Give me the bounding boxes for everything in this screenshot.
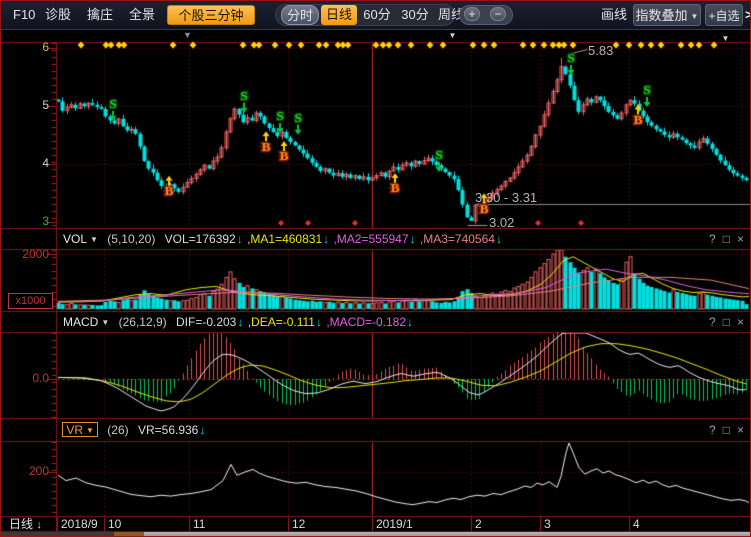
scrollbar-thumb[interactable] <box>144 532 751 537</box>
draw-line-button[interactable]: 画线 <box>601 1 627 29</box>
vol-ma3-value: ,MA3=740564 <box>420 232 495 246</box>
chevron-down-icon: ▼ <box>90 235 98 244</box>
overview-button[interactable]: 全景 <box>129 1 155 29</box>
vol-tick-2000: 2000 <box>3 247 49 261</box>
qinzhuang-button[interactable]: 擒庄 <box>87 1 113 29</box>
chevron-down-icon: ▼ <box>449 31 457 40</box>
down-arrow-icon: ↓ <box>237 232 243 246</box>
stock-3min-button[interactable]: 个股三分钟 <box>167 5 255 25</box>
zoom-out-button[interactable]: − <box>490 7 506 21</box>
macd-dif-value: DIF=-0.203 <box>176 315 236 329</box>
month-label: 4 <box>633 517 640 531</box>
chevron-down-icon: ▼ <box>101 318 109 327</box>
panel-close-icon[interactable]: × <box>737 232 744 246</box>
main-indicator-dropdown-icon[interactable]: ▼ <box>183 30 192 40</box>
scrollbar-marker <box>114 532 144 537</box>
down-arrow-icon: ↓ <box>496 232 502 246</box>
zoom-in-button[interactable]: + <box>464 7 480 21</box>
diagnose-button[interactable]: 诊股 <box>45 1 71 29</box>
panel-help-icon[interactable]: ? <box>709 315 716 329</box>
vr-panel-header: VR▼ (26) VR=56.936↓ ? □ × <box>1 421 750 440</box>
month-label: 11 <box>193 517 205 531</box>
index-overlay-dropdown[interactable]: 指数叠加▼ <box>633 4 701 26</box>
macd-panel-header: MACD▼ (26,12,9) DIF=-0.203↓ ,DEA=-0.111↓… <box>1 313 750 332</box>
price-tick-6: 6 <box>3 40 49 54</box>
panel-maximize-icon[interactable]: □ <box>723 315 730 329</box>
vol-value: VOL=176392 <box>165 232 236 246</box>
period-30min-button[interactable]: 30分 <box>397 5 433 25</box>
macd-params: (26,12,9) <box>119 315 167 329</box>
price-tick-3: 3 <box>3 214 49 228</box>
vr-value: VR=56.936 <box>138 423 198 437</box>
period-minute-button[interactable]: 分时 <box>281 5 319 25</box>
top-toolbar: F10 诊股 擒庄 全景 个股三分钟 分时 日线 60分 30分 周线▼ + −… <box>1 1 750 30</box>
chevron-down-icon: ▼ <box>722 34 730 43</box>
panel-help-icon[interactable]: ? <box>709 423 716 437</box>
period-60min-button[interactable]: 60分 <box>359 5 395 25</box>
month-label: 10 <box>108 517 121 531</box>
price-tick-4: 4 <box>3 156 49 170</box>
panel-close-icon[interactable]: × <box>737 315 744 329</box>
panel-close-icon[interactable]: × <box>737 423 744 437</box>
vr-tick-200: 200 <box>3 464 49 478</box>
add-watchlist-dropdown[interactable]: +自选▼ <box>705 4 743 26</box>
period-selector-bottom[interactable]: 日线 ↓ <box>9 517 42 531</box>
down-arrow-icon: ↓ <box>407 315 413 329</box>
annotation-low-302: 3.02 <box>489 215 514 230</box>
panel-help-icon[interactable]: ? <box>709 232 716 246</box>
month-label: 2018/9 <box>61 517 98 531</box>
vol-params: (5,10,20) <box>107 232 155 246</box>
period-daily-button[interactable]: 日线 <box>321 5 357 25</box>
vol-ma2-value: ,MA2=555947 <box>333 232 408 246</box>
macd-indicator-selector[interactable]: MACD▼ <box>63 315 109 329</box>
panel-maximize-icon[interactable]: □ <box>723 423 730 437</box>
vol-panel-header: VOL▼ (5,10,20) VOL=176392↓ ,MA1=460831↓ … <box>1 230 750 249</box>
month-label: 12 <box>292 517 305 531</box>
date-axis: 2018/9 10 11 12 2019/1 2 3 4 <box>1 517 750 531</box>
panel-maximize-icon[interactable]: □ <box>723 232 730 246</box>
vol-unit-label: x1000 <box>8 293 53 309</box>
chevron-down-icon: ▼ <box>86 426 94 435</box>
down-arrow-icon: ↓ <box>36 519 42 531</box>
vr-indicator-selector[interactable]: VR▼ <box>62 422 98 437</box>
f10-button[interactable]: F10 <box>13 1 35 29</box>
month-label: 2019/1 <box>376 517 413 531</box>
month-label: 3 <box>544 517 551 531</box>
stock-app-window: F10 诊股 擒庄 全景 个股三分钟 分时 日线 60分 30分 周线▼ + −… <box>0 0 751 537</box>
vol-indicator-selector[interactable]: VOL▼ <box>63 232 98 246</box>
down-arrow-icon: ↓ <box>199 423 205 437</box>
annotation-high-583: 5.83 <box>588 43 613 58</box>
down-arrow-icon: ↓ <box>237 315 243 329</box>
price-tick-5: 5 <box>3 98 49 112</box>
month-label: 2 <box>475 517 482 531</box>
down-arrow-icon: ↓ <box>316 315 322 329</box>
macd-dea-value: ,DEA=-0.111 <box>248 315 315 329</box>
macd-tick-zero: 0.0 <box>3 371 49 385</box>
down-arrow-icon: ↓ <box>323 232 329 246</box>
chevron-down-icon: ▼ <box>691 12 699 21</box>
annotation-gap-330-331: 3.30 - 3.31 <box>475 190 537 205</box>
down-arrow-icon: ↓ <box>410 232 416 246</box>
chart-canvas[interactable] <box>1 1 751 537</box>
collapse-panel-icon[interactable]: >| <box>745 1 751 29</box>
vol-ma1-value: ,MA1=460831 <box>247 232 322 246</box>
macd-value: ,MACD=-0.182 <box>326 315 406 329</box>
vr-params: (26) <box>107 423 128 437</box>
